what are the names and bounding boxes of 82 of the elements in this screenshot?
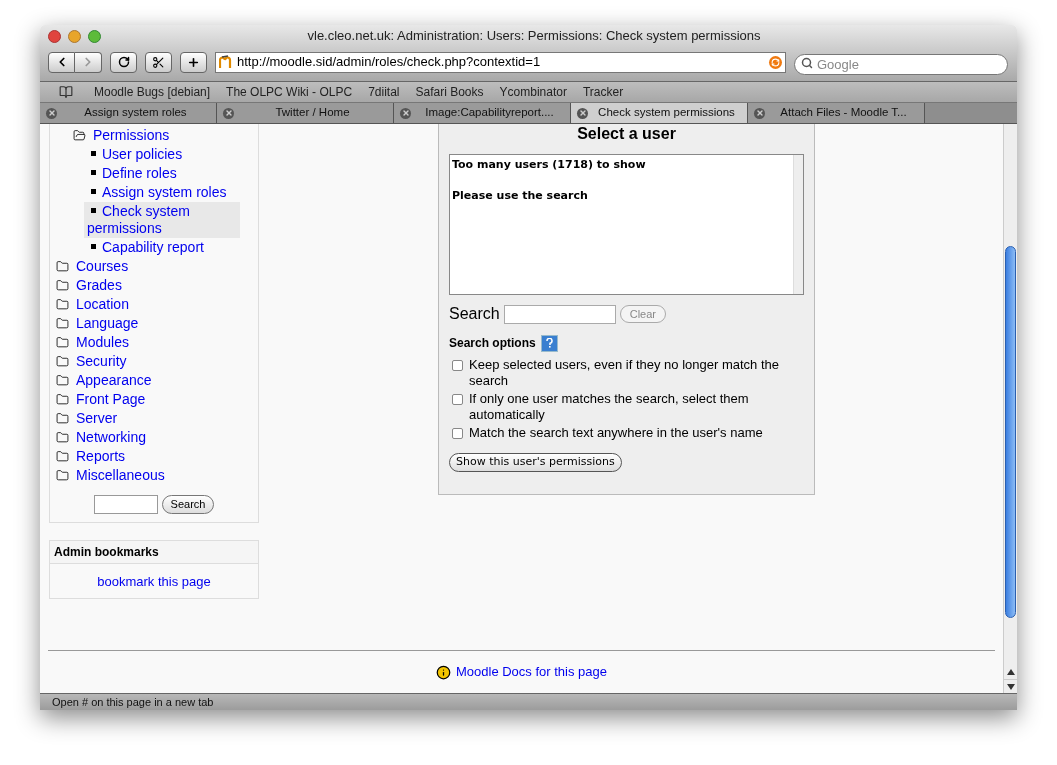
options-label: Search options: [449, 335, 536, 352]
search-button[interactable]: Search: [161, 495, 215, 514]
option-label: Match the search text anywhere in the user's name: [469, 425, 763, 441]
user-listbox[interactable]: Too many users (1718) to show Please use the search: [449, 154, 804, 295]
bookmark-link[interactable]: Moodle Bugs [debian]: [94, 83, 211, 101]
tree-item[interactable]: Define roles: [87, 164, 240, 183]
window-title: vle.cleo.net.uk: Administration: Users: Permissions: Check system permissions: [306, 27, 762, 46]
status-text: Open # on this page in a new tab: [52, 694, 214, 710]
tree-link[interactable]: Networking: [76, 427, 147, 448]
search-label: Search: [449, 304, 500, 324]
scroll-thumb[interactable]: [1005, 246, 1016, 618]
bookmark-link[interactable]: The OLPC Wiki - OLPC: [226, 83, 353, 101]
option-label: If only one user matches the search, select them automatically: [469, 391, 750, 423]
tree-link[interactable]: Language: [76, 313, 139, 334]
option-checkbox[interactable]: [452, 428, 463, 439]
add-button[interactable]: [180, 51, 207, 73]
scrollbar[interactable]: [1003, 124, 1017, 693]
tree-link[interactable]: Grades: [76, 275, 122, 296]
scissors-button[interactable]: [145, 51, 172, 73]
bullet-icon: [91, 208, 96, 214]
tree-link[interactable]: Courses: [76, 256, 129, 277]
listbox-scrollbar[interactable]: [793, 155, 803, 294]
tree-item[interactable]: User policies: [87, 145, 240, 164]
minimize-button[interactable]: [68, 29, 81, 43]
url-text: http://moodle.sid/admin/roles/check.php?contextid=1: [237, 53, 542, 72]
option-checkbox[interactable]: [452, 360, 463, 371]
tree-link[interactable]: Front Page: [76, 389, 146, 410]
panel-heading: Select a user: [577, 124, 676, 144]
list-message: Please use the search: [452, 187, 589, 204]
bullet-icon: [91, 170, 96, 176]
browser-tab[interactable]: Check system permissions: [571, 103, 748, 123]
docs-link[interactable]: Moodle Docs for this page: [456, 662, 607, 682]
bookmark-link[interactable]: Ycombinator: [499, 83, 567, 101]
browser-tab[interactable]: Assign system roles: [40, 103, 217, 123]
zoom-button[interactable]: [88, 29, 101, 43]
bookmarks-icon[interactable]: [58, 85, 74, 99]
tree-link[interactable]: Modules: [76, 332, 129, 353]
browser-tab[interactable]: Twitter / Home: [217, 103, 394, 123]
search-icon: [801, 56, 813, 69]
tree-link[interactable]: Location: [76, 294, 129, 315]
reload-icon[interactable]: [769, 55, 782, 69]
close-icon[interactable]: [754, 107, 765, 119]
option-label: Keep selected users, even if they no longer match the search: [469, 357, 781, 389]
close-icon[interactable]: [223, 107, 234, 119]
close-icon[interactable]: [400, 107, 411, 119]
back-button[interactable]: [48, 51, 75, 73]
tree-link[interactable]: Server: [76, 408, 118, 429]
help-icon[interactable]: [540, 334, 558, 352]
search-field[interactable]: Google: [794, 53, 1008, 75]
block-title: Admin bookmarks: [50, 541, 258, 564]
search-input[interactable]: [93, 495, 158, 514]
info-icon: [436, 664, 451, 680]
bullet-icon: [91, 189, 96, 195]
bullet-icon: [91, 244, 96, 250]
bookmark-link[interactable]: 7diital: [368, 83, 400, 101]
tree-link[interactable]: Reports: [76, 446, 126, 467]
reload-button[interactable]: [110, 51, 137, 73]
reload-icon: [117, 56, 130, 68]
bullet-icon: [91, 151, 96, 157]
tree-item[interactable]: Capability report: [87, 238, 240, 257]
browser-tab[interactable]: Image:Capabilityreport....: [394, 103, 571, 123]
close-icon[interactable]: [577, 107, 588, 119]
bookmark-link[interactable]: Tracker: [582, 83, 624, 101]
address-field[interactable]: http://moodle.sid/admin/roles/check.php?contextid=1: [215, 51, 786, 73]
browser-tab[interactable]: Attach Files - Moodle T...: [748, 103, 925, 123]
forward-button[interactable]: [75, 51, 102, 73]
list-message: Too many users (1718) to show: [452, 157, 647, 173]
tree-item[interactable]: Check system permissions: [84, 202, 240, 238]
plus-icon: [187, 55, 200, 69]
bookmark-link[interactable]: Safari Books: [415, 83, 484, 101]
bookmark-page-link[interactable]: bookmark this page: [97, 574, 211, 589]
tree-link[interactable]: Appearance: [76, 370, 152, 391]
close-button[interactable]: [48, 29, 61, 43]
user-search-field[interactable]: [503, 304, 616, 324]
tree-link[interactable]: Permissions: [93, 125, 170, 146]
tree-link[interactable]: Miscellaneous: [76, 465, 165, 486]
show-permissions-button[interactable]: Show this user's permissions: [449, 453, 622, 472]
option-checkbox[interactable]: [452, 394, 463, 405]
tree-link[interactable]: Security: [76, 351, 127, 372]
scissors-icon: [152, 55, 165, 69]
close-icon[interactable]: [46, 107, 57, 119]
tree-item[interactable]: Assign system roles: [87, 183, 240, 202]
